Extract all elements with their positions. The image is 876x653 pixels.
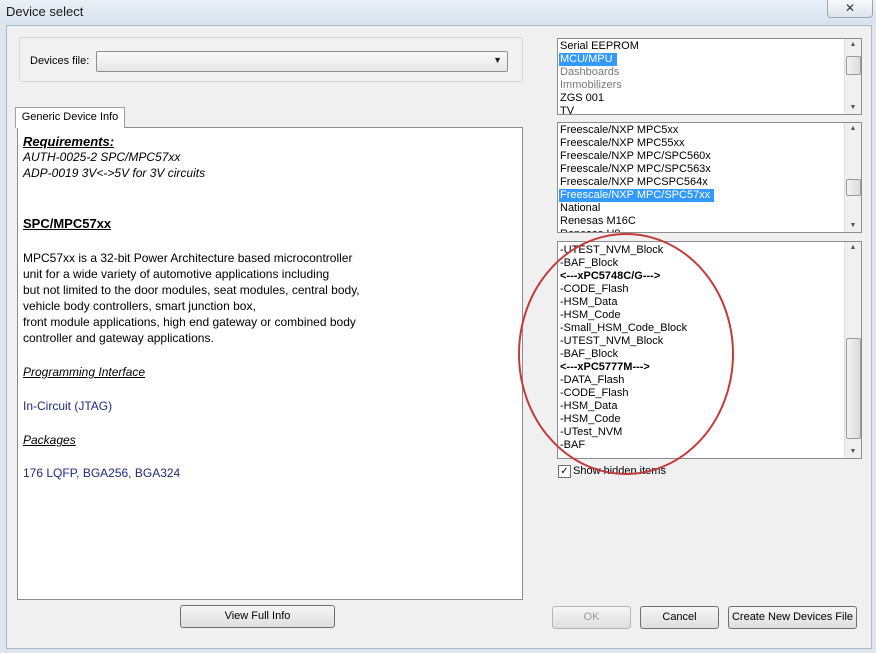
list-item[interactable]: TV (560, 105, 578, 114)
list-item[interactable]: Immobilizers (560, 79, 626, 92)
scroll-thumb[interactable] (846, 179, 861, 196)
close-icon: ✕ (844, 1, 856, 15)
list-item[interactable]: -HSM_Code (560, 413, 625, 426)
dialog-body: Devices file: ▼ Generic Device Info Requ… (6, 25, 872, 649)
list-item[interactable]: -HSM_Data (560, 400, 621, 413)
device-info-panel: Requirements: AUTH-0025-2 SPC/MPC57xx AD… (17, 127, 523, 600)
list-item[interactable]: Dashboards (560, 66, 623, 79)
requirement-line: AUTH-0025-2 SPC/MPC57xx (23, 150, 181, 164)
memory-list[interactable]: -BAF -UTest_NVM -HSM_Code -HSM_Data -CODE_Fl… (557, 241, 862, 459)
memory-list-scrollbar[interactable]: ▲ ▼ (844, 242, 861, 458)
packages-heading: Packages (23, 433, 76, 447)
cancel-button[interactable]: Cancel (640, 606, 719, 629)
list-item[interactable]: -UTEST_NVM_Block (560, 244, 667, 257)
description-line: MPC57xx is a 32-bit Power Architecture b… (23, 251, 353, 265)
list-item[interactable]: -CODE_Flash (560, 283, 632, 296)
description-line: controller and gateway applications. (23, 331, 214, 345)
close-button[interactable]: ✕ (827, 0, 873, 18)
requirement-line: ADP-0019 3V<->5V for 3V circuits (23, 166, 206, 180)
device-heading: SPC/MPC57xx (23, 216, 112, 231)
show-hidden-checkbox[interactable]: ✓ (558, 465, 571, 478)
list-item[interactable]: -HSM_Code (560, 309, 625, 322)
list-item[interactable]: Freescale/NXP MPC55xx (560, 137, 689, 150)
list-item[interactable]: -DATA_Flash (560, 374, 628, 387)
list-item[interactable]: Serial EEPROM (560, 40, 643, 53)
list-item[interactable]: Freescale/NXP MPC5xx (560, 124, 682, 137)
list-item[interactable]: -Small_HSM_Code_Block (560, 322, 691, 335)
list-item[interactable]: Freescale/NXP MPC/SPC560x (560, 150, 715, 163)
programming-heading: Programming Interface (23, 365, 146, 379)
description-line: front module applications, high end gate… (23, 315, 356, 329)
scroll-thumb[interactable] (846, 338, 861, 439)
list-item[interactable]: Freescale/NXP MPC/SPC563x (560, 163, 715, 176)
list-item[interactable]: Renesas M16C (560, 215, 640, 228)
list-item[interactable]: <---xPC5777M---> (560, 361, 654, 374)
list-item[interactable]: MCU/MPU (559, 53, 617, 66)
list-item[interactable]: ZGS 001 (560, 92, 608, 105)
tab-generic-device-info[interactable]: Generic Device Info (15, 107, 125, 128)
create-new-devices-file-button[interactable]: Create New Devices File (728, 606, 857, 629)
scroll-thumb[interactable] (846, 56, 861, 75)
list-item[interactable]: Renesas H8 (560, 228, 625, 232)
devices-file-dropdown[interactable]: ▼ (96, 51, 508, 72)
scroll-up-icon[interactable]: ▲ (845, 39, 861, 51)
list-item[interactable]: -BAF_Block (560, 348, 622, 361)
scroll-down-icon[interactable]: ▼ (845, 102, 861, 114)
view-full-info-button[interactable]: View Full Info (180, 605, 335, 628)
list-item[interactable]: -CODE_Flash (560, 387, 632, 400)
list-item[interactable]: -BAF_Block (560, 257, 622, 270)
list-item[interactable]: National (560, 202, 604, 215)
scroll-up-icon[interactable]: ▲ (845, 123, 861, 135)
category-list[interactable]: TV ZGS 001 Immobilizers Dashboards MCU/MPU Se… (557, 38, 862, 115)
programming-value: In-Circuit (JTAG) (23, 399, 113, 413)
title-bar: Device select ✕ (0, 0, 876, 24)
scroll-down-icon[interactable]: ▼ (845, 220, 861, 232)
manufacturer-list-scrollbar[interactable]: ▲ ▼ (844, 123, 861, 232)
list-item[interactable]: Freescale/NXP MPCSPC564x (560, 176, 712, 189)
devices-file-group: Devices file: ▼ (19, 37, 523, 82)
description-line: vehicle body controllers, smart junction… (23, 299, 256, 313)
description-line: unit for a wide variety of automotive ap… (23, 267, 330, 281)
manufacturer-list[interactable]: Renesas H8Renesas M16CNationalFreescale/… (557, 122, 862, 233)
packages-value: 176 LQFP, BGA256, BGA324 (23, 466, 181, 480)
show-hidden-label: Show hidden items (573, 465, 666, 477)
description-line: but not limited to the door modules, sea… (23, 283, 360, 297)
list-item[interactable]: Freescale/NXP MPC/SPC57xx (559, 189, 715, 202)
scroll-up-icon[interactable]: ▲ (845, 242, 861, 254)
chevron-down-icon: ▼ (493, 55, 502, 65)
list-item[interactable]: -UTEST_NVM_Block (560, 335, 667, 348)
list-item[interactable]: -HSM_Data (560, 296, 621, 309)
list-item[interactable]: -BAF (560, 439, 589, 452)
list-item[interactable]: <---xPC5748C/G---> (560, 270, 664, 283)
scroll-down-icon[interactable]: ▼ (845, 446, 861, 458)
list-item[interactable]: -UTest_NVM (560, 426, 626, 439)
ok-button[interactable]: OK (552, 606, 631, 629)
requirements-heading: Requirements: (23, 134, 115, 149)
category-list-scrollbar[interactable]: ▲ ▼ (844, 39, 861, 114)
devices-file-label: Devices file: (30, 55, 90, 67)
window-title: Device select (6, 4, 84, 19)
